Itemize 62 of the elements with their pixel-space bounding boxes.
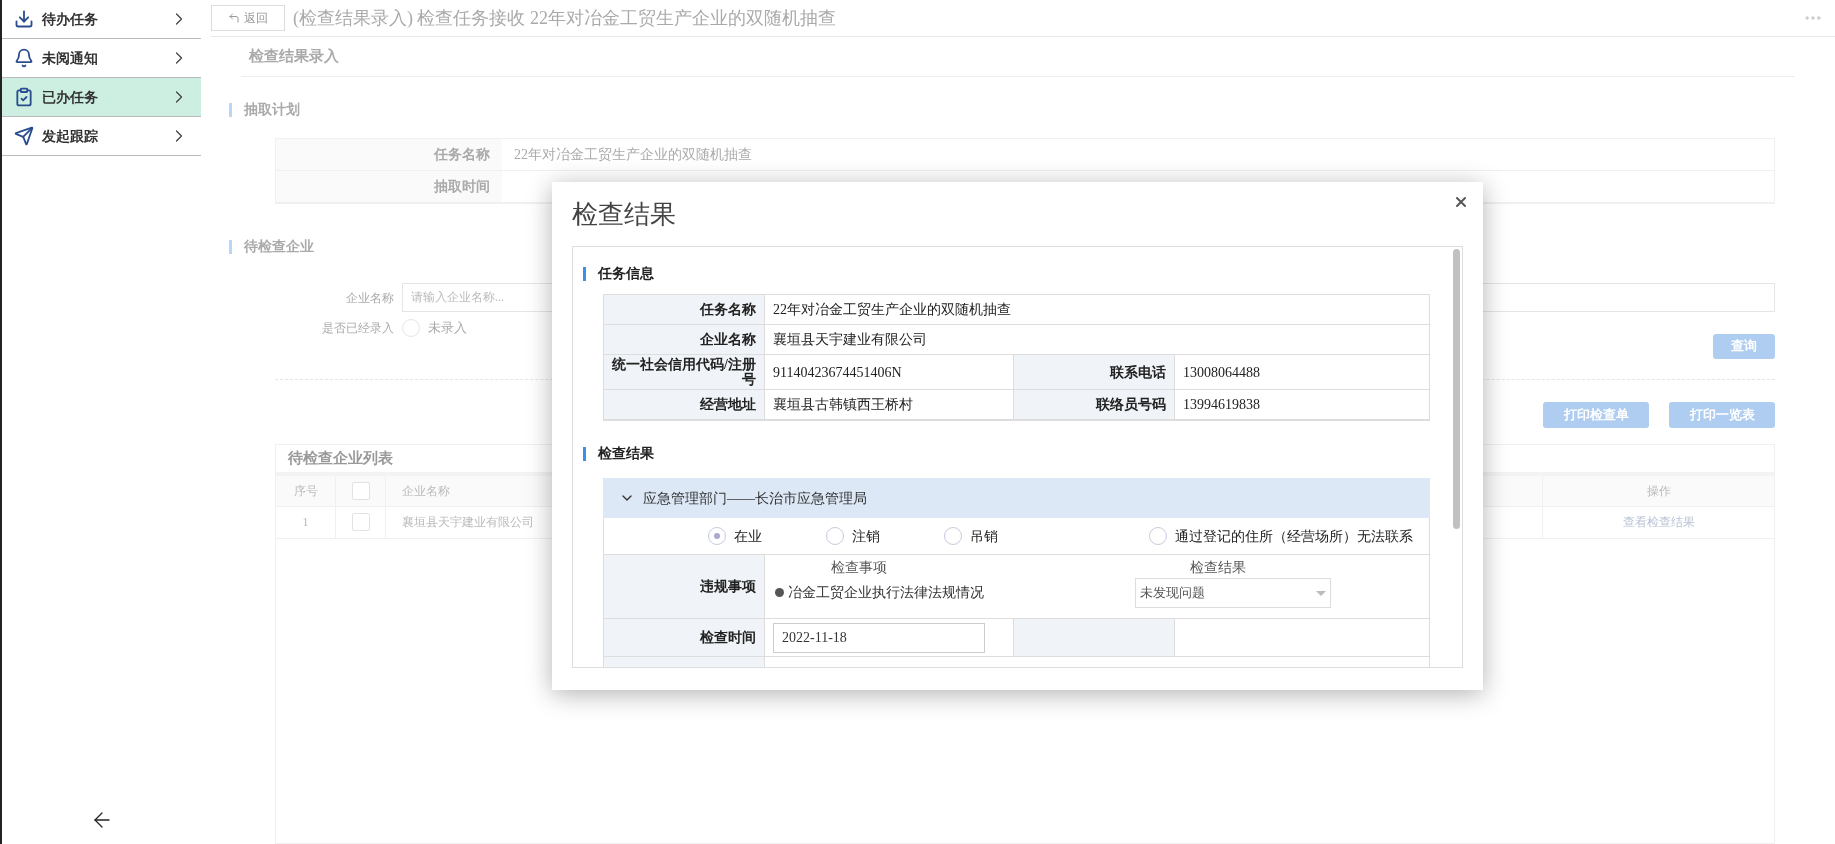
close-icon[interactable] bbox=[1453, 194, 1469, 210]
radio-button[interactable] bbox=[944, 527, 962, 545]
clipboard-check-icon bbox=[14, 87, 34, 107]
radio-label: 吊销 bbox=[970, 527, 998, 546]
section-heading: 检查结果录入 bbox=[247, 47, 339, 67]
field-label: 是否已经录入 bbox=[321, 319, 395, 337]
field-value: 22年对冶金工贸生产企业的双随机抽查 bbox=[772, 301, 1012, 319]
bullet-icon bbox=[775, 588, 784, 597]
table-label: 任务名称 bbox=[276, 139, 502, 170]
column-header: 检查事项 bbox=[831, 559, 887, 577]
dropdown-caret-icon bbox=[1316, 590, 1326, 596]
tray-download-icon bbox=[14, 9, 34, 29]
table-cell-text: 22年对冶金工贸生产企业的双随机抽查 bbox=[513, 146, 753, 164]
column-header: 序号 bbox=[276, 475, 336, 506]
checkbox[interactable] bbox=[351, 481, 370, 500]
radio-button[interactable] bbox=[708, 527, 726, 545]
department-accordion-header[interactable]: 应急管理部门——长治市应急管理局 bbox=[603, 478, 1430, 518]
section-title: 待检查企业 bbox=[244, 238, 314, 256]
radio-label: 通过登记的住所（经营场所）无法联系 bbox=[1175, 527, 1413, 546]
radio-label: 未录入 bbox=[428, 319, 467, 337]
field-label: 企业名称 bbox=[604, 325, 765, 354]
checkbox[interactable] bbox=[351, 513, 370, 531]
radio-label: 注销 bbox=[852, 527, 880, 546]
field-value: 13008064488 bbox=[1182, 363, 1261, 382]
list-title: 待检查企业列表 bbox=[288, 448, 393, 468]
table-cell: 1 bbox=[276, 506, 336, 538]
section-marker bbox=[583, 266, 586, 281]
field-label: 任务名称 bbox=[604, 295, 765, 324]
field-label: 企业名称 bbox=[345, 289, 395, 307]
table-cell-text: 襄垣县天宇建业有限公司 bbox=[402, 514, 534, 531]
section-title: 任务信息 bbox=[598, 265, 654, 283]
inspection-date-field[interactable]: 2022-11-18 bbox=[773, 622, 985, 653]
column-header: 企业名称 bbox=[402, 482, 450, 500]
bell-icon bbox=[14, 48, 34, 68]
scrollbar-thumb[interactable] bbox=[1452, 249, 1460, 529]
radio-button[interactable] bbox=[402, 318, 420, 337]
section-marker bbox=[229, 102, 232, 117]
field-value: 13994619838 bbox=[1182, 396, 1261, 414]
radio-label: 在业 bbox=[734, 527, 762, 546]
radio-button[interactable] bbox=[826, 527, 844, 545]
table-label: 抽取时间 bbox=[276, 171, 502, 202]
field-label: 联系电话 bbox=[1014, 355, 1175, 389]
field-label: 经营地址 bbox=[604, 390, 765, 419]
page-title: (检查结果录入) 检查任务接收 22年对冶金工贸生产企业的双随机抽查 bbox=[293, 6, 836, 30]
field-label: 联络员号码 bbox=[1014, 390, 1175, 419]
section-title: 检查结果 bbox=[598, 445, 654, 463]
dialog-title: 检查结果 bbox=[572, 198, 676, 231]
field-label: 统一社会信用代码/注册号 bbox=[604, 355, 765, 389]
field-label: 检查时间 bbox=[604, 619, 765, 656]
sidebar-item[interactable]: 已办任务 bbox=[2, 78, 201, 117]
section-title: 抽取计划 bbox=[244, 101, 300, 119]
section-marker bbox=[583, 446, 586, 461]
field-label: 违规事项 bbox=[604, 555, 765, 618]
inspection-item: 冶金工贸企业执行法律法规情况 bbox=[788, 584, 984, 602]
section-marker bbox=[229, 239, 232, 254]
column-header: 检查结果 bbox=[1190, 559, 1246, 577]
result-select[interactable]: 未发现问题 bbox=[1135, 578, 1331, 608]
field-value: 襄垣县天宇建业有限公司 bbox=[772, 331, 928, 349]
radio-button[interactable] bbox=[1149, 527, 1167, 545]
return-arrow-icon bbox=[228, 12, 240, 24]
column-header: 操作 bbox=[1542, 475, 1774, 506]
paper-plane-icon bbox=[14, 126, 34, 146]
